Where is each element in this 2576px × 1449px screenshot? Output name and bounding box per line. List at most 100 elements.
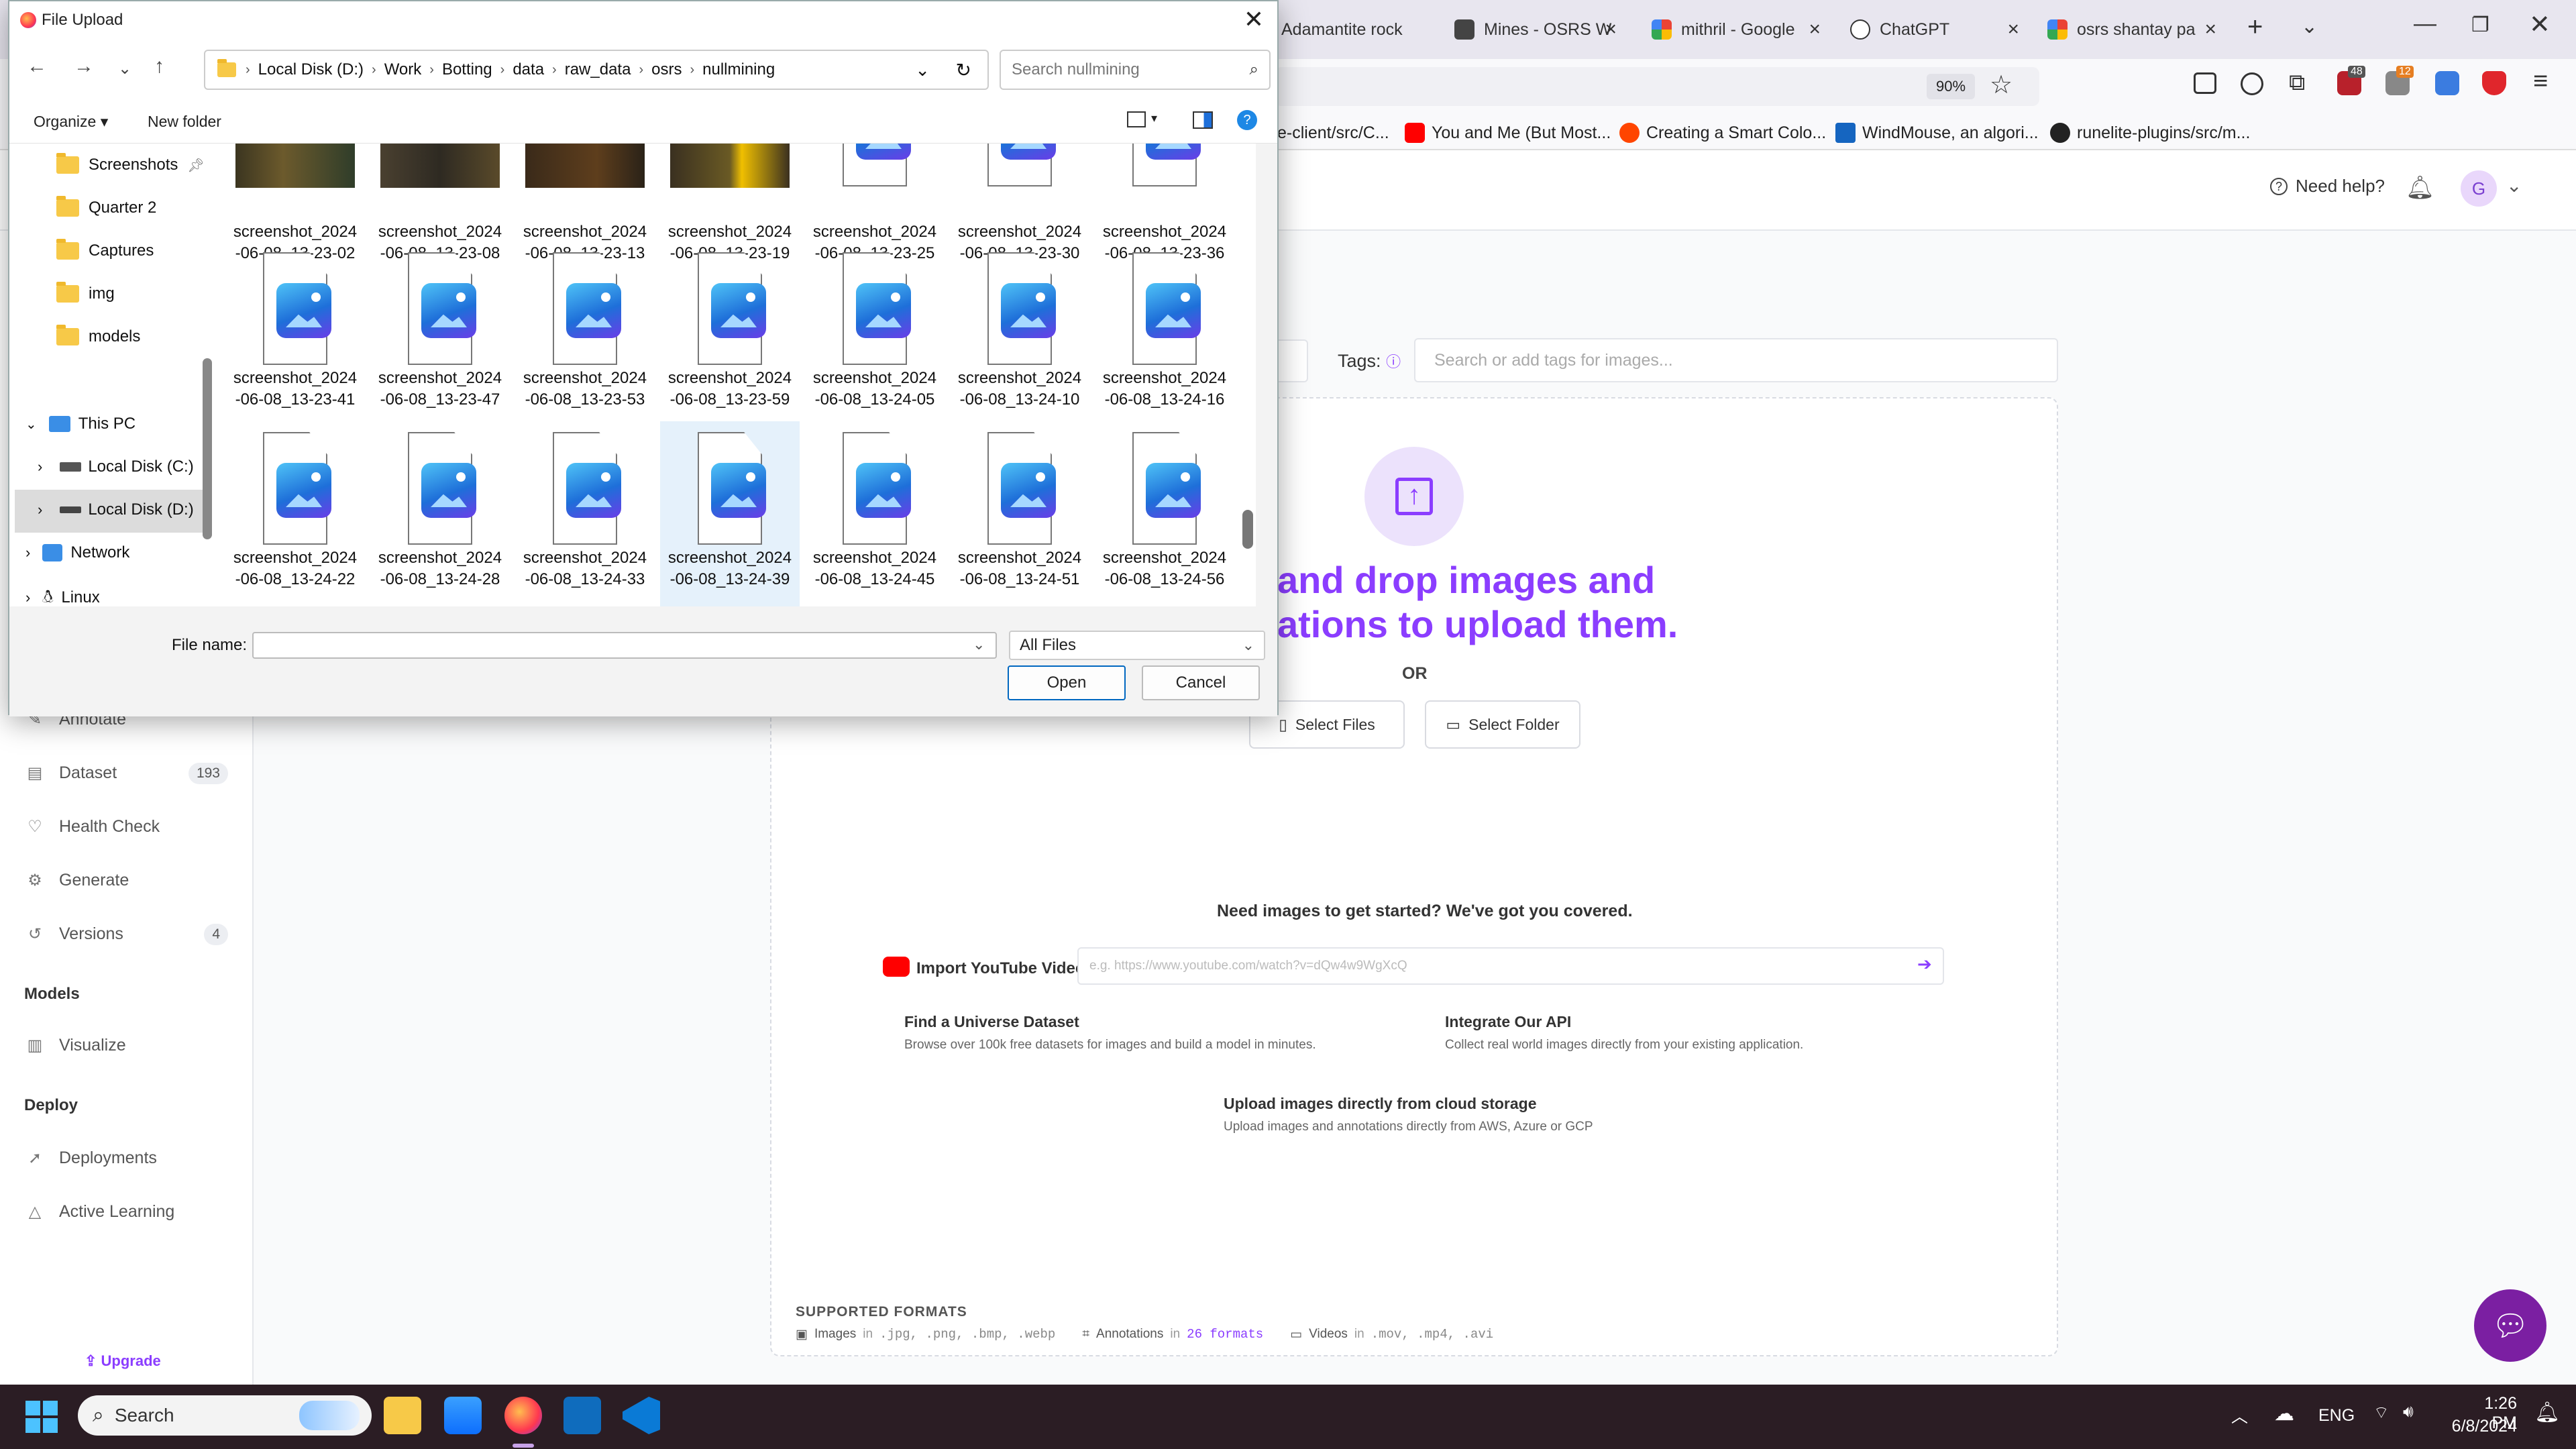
sidebar-item-deployments[interactable]: ➚ Deployments [27, 1148, 228, 1168]
close-tab-icon[interactable]: × [2204, 18, 2216, 41]
taskbar-search[interactable]: ⌕ Search [78, 1395, 372, 1436]
cloud-icon[interactable]: ☁ [2274, 1402, 2294, 1426]
address-bar[interactable]: › Local Disk (D:) › Work › Botting › data › … [204, 50, 989, 90]
breadcrumb-item[interactable]: data [513, 60, 544, 79]
microsoft-store-icon[interactable] [444, 1397, 482, 1434]
sidebar-item-visualize[interactable]: ▥ Visualize [27, 1036, 228, 1055]
file-item[interactable]: screenshot_2024-06-08_13-23-02 [225, 144, 365, 263]
breadcrumb-item[interactable]: Work [384, 60, 422, 79]
wifi-icon[interactable]: ⌔ [2373, 1402, 2390, 1423]
bookmark-smart-color[interactable]: Creating a Smart Colo... [1619, 121, 1826, 145]
notification-bell-icon[interactable]: 🔔︎ [2534, 1401, 2560, 1424]
menu-hamburger-icon[interactable]: ≡ [2533, 67, 2548, 96]
search-input[interactable]: Search nullmining ⌕ [1000, 50, 1271, 90]
firefox-icon[interactable] [504, 1397, 542, 1434]
tree-scrollbar[interactable] [203, 358, 212, 539]
file-item[interactable]: screenshot_2024-06-08_13-23-25 [805, 144, 945, 262]
preview-pane-icon[interactable] [1193, 111, 1213, 129]
breadcrumb-item[interactable]: raw_data [565, 60, 631, 79]
volume-icon[interactable]: 🔊︎ [2403, 1402, 2414, 1421]
cloud-storage-card[interactable]: Upload images directly from cloud storag… [1224, 1095, 1593, 1134]
file-item[interactable]: screenshot_2024 -06-08_13-24-22 [225, 428, 365, 604]
file-item[interactable]: screenshot_2024 -06-08_13-23-47 [370, 248, 510, 424]
chat-bubble-icon[interactable]: 💬︎ [2474, 1289, 2546, 1362]
brave-shield-icon[interactable] [2482, 71, 2506, 95]
account-icon[interactable] [2241, 72, 2263, 95]
tree-item-drive-d[interactable]: › Local Disk (D:) [38, 500, 194, 519]
tree-item-captures[interactable]: Captures [56, 239, 154, 260]
language-indicator[interactable]: ENG [2318, 1406, 2355, 1426]
tab-osrs-shantay[interactable]: osrs shantay pa × [2047, 8, 2222, 51]
organize-menu[interactable]: Organize ▾ [34, 113, 108, 131]
file-item[interactable]: screenshot_2024-06-08_13-23-19 [660, 144, 800, 263]
extension-icon[interactable] [2435, 71, 2459, 95]
bookmark-star-icon[interactable]: ☆ [1990, 70, 2012, 100]
tab-mines[interactable]: Mines - OSRS W × [1454, 8, 1622, 51]
restore-button[interactable]: ❐ [2471, 13, 2489, 37]
file-item[interactable]: screenshot_2024 -06-08_13-23-41 [225, 248, 365, 424]
view-icon[interactable] [1127, 111, 1146, 127]
tags-input[interactable]: Search or add tags for images... [1414, 338, 2058, 382]
api-card[interactable]: Integrate Our API Collect real world ima… [1445, 1013, 1803, 1053]
file-item[interactable]: screenshot_2024-06-08_13-23-13 [515, 144, 655, 263]
file-item[interactable]: screenshot_2024-06-08_13-23-36 [1095, 144, 1234, 262]
file-item[interactable]: screenshot_2024 -06-08_13-24-56 [1095, 428, 1234, 604]
cancel-button[interactable]: Cancel [1142, 665, 1260, 700]
close-tab-icon[interactable]: × [2007, 18, 2019, 41]
close-tab-icon[interactable]: × [1809, 18, 1821, 41]
url-bar[interactable] [1275, 67, 2039, 106]
bell-icon[interactable]: 🔔︎ [2406, 174, 2434, 201]
file-type-select[interactable]: All Files ⌄ [1009, 631, 1265, 660]
bookmark-runelite-client[interactable]: e-client/src/C... [1277, 121, 1389, 145]
extensions-icon[interactable]: ⧉ [2289, 70, 2305, 96]
chevron-up-icon[interactable]: ︿ [2231, 1403, 2248, 1428]
file-item[interactable]: screenshot_2024 -06-08_13-24-16 [1095, 248, 1234, 424]
new-tab-button[interactable]: + [2247, 12, 2263, 42]
up-arrow-icon[interactable]: ↑ [154, 55, 164, 78]
upgrade-link[interactable]: ⇪ Upgrade [85, 1352, 161, 1370]
outlook-icon[interactable] [564, 1397, 601, 1434]
breadcrumb-item[interactable]: Local Disk (D:) [258, 60, 364, 79]
back-arrow-icon[interactable]: ← [27, 55, 47, 78]
youtube-url-input[interactable]: e.g. https://www.youtube.com/watch?v=dQw… [1077, 947, 1944, 985]
clock-date[interactable]: 6/8/2024 [2449, 1417, 2517, 1436]
breadcrumb-item[interactable]: nullmining [702, 60, 775, 79]
sidebar-item-versions[interactable]: ↺ Versions 4 [27, 923, 228, 945]
minimize-button[interactable]: — [2414, 11, 2436, 37]
pocket-icon[interactable] [2194, 72, 2216, 94]
help-icon[interactable]: ? [1237, 110, 1257, 130]
forward-arrow-icon[interactable]: → [74, 55, 94, 78]
tree-item-network[interactable]: › Network [25, 543, 129, 562]
recent-chevron-icon[interactable]: ⌄ [118, 59, 131, 78]
breadcrumb-item[interactable]: osrs [651, 60, 682, 79]
file-item[interactable]: screenshot_2024 -06-08_13-24-28 [370, 428, 510, 604]
tab-mithril[interactable]: mithril - Google × [1652, 8, 1826, 51]
sidebar-item-active-learning[interactable]: △ Active Learning [27, 1202, 228, 1222]
open-button[interactable]: Open [1008, 665, 1126, 700]
windows-start-icon[interactable] [25, 1401, 58, 1433]
close-window-button[interactable]: ✕ [2529, 9, 2551, 40]
chevron-down-icon[interactable]: ⌄ [2506, 174, 2522, 197]
close-icon[interactable]: ✕ [1244, 5, 1264, 34]
bookmark-runelite-plugins[interactable]: runelite-plugins/src/m... [2050, 121, 2250, 145]
file-list-scrollbar[interactable] [1242, 510, 1253, 549]
file-item[interactable]: screenshot_2024-06-08_13-23-30 [950, 144, 1089, 262]
avatar[interactable]: G [2461, 170, 2497, 207]
file-item[interactable]: screenshot_2024 -06-08_13-24-05 [805, 248, 945, 424]
bookmark-you-and-me[interactable]: You and Me (But Most... [1405, 121, 1611, 145]
bookmark-windmouse[interactable]: WindMouse, an algori... [1835, 121, 2039, 145]
file-item[interactable]: screenshot_2024 -06-08_13-24-33 [515, 428, 655, 604]
need-help-button[interactable]: ? Need help? [2270, 176, 2385, 197]
tree-item-this-pc[interactable]: ⌄ This PC [25, 415, 136, 433]
file-item[interactable]: screenshot_2024-06-08_13-23-08 [370, 144, 510, 263]
fmt-annotations-count[interactable]: 26 formats [1187, 1327, 1263, 1342]
arrow-right-icon[interactable]: ➔ [1917, 954, 1932, 975]
sidebar-item-health-check[interactable]: ♡ Health Check [27, 817, 228, 837]
tab-list-chevron-icon[interactable]: ⌄ [2301, 15, 2318, 38]
file-explorer-icon[interactable] [384, 1397, 421, 1434]
file-name-input[interactable] [252, 632, 997, 659]
tab-adamantite[interactable]: Adamantite rock [1281, 8, 1462, 51]
refresh-icon[interactable]: ↻ [956, 59, 971, 81]
tree-item-models[interactable]: models [56, 325, 140, 346]
sidebar-item-generate[interactable]: ⚙ Generate [27, 871, 228, 890]
